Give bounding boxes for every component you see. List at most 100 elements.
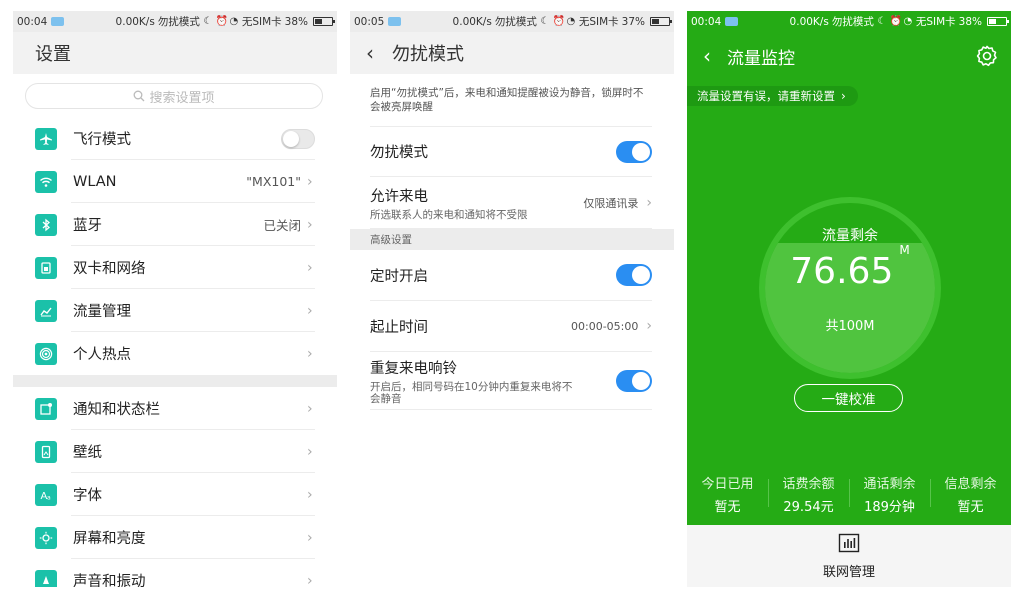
remaining-value: 76.65 <box>790 251 894 292</box>
chevron-right-icon: › <box>307 173 313 190</box>
settings-item-airplane[interactable]: 飞行模式 <box>13 117 337 160</box>
stat-call-remaining[interactable]: 通话剩余 189分钟 <box>849 473 930 515</box>
usb-icon <box>388 17 402 26</box>
stats-row: 今日已用 暂无 话费余额 29.54元 通话剩余 189分钟 信息剩余 暂无 <box>687 473 1011 515</box>
dnd-status-label: 勿扰模式 <box>157 16 200 28</box>
usb-icon <box>725 17 739 26</box>
bluetooth-icon <box>35 213 57 236</box>
moon-icon: ☾ <box>877 15 887 27</box>
allow-calls-row[interactable]: 允许来电 所选联系人的来电和通知将不受限 仅限通讯录 › <box>370 177 652 229</box>
status-time: 00:04 <box>17 15 48 28</box>
repeat-calls-toggle[interactable] <box>616 369 652 392</box>
bar-chart-icon <box>838 533 860 553</box>
status-time: 00:05 <box>354 15 385 28</box>
moon-icon: ☾ <box>203 15 213 27</box>
gear-icon[interactable] <box>975 44 999 68</box>
usb-icon <box>51 17 65 26</box>
status-bar: 00:04 0.00K/s 勿扰模式 ☾ ⏰ ◔ 无SIM卡 38% <box>13 11 337 32</box>
network-speed: 0.00K/s <box>115 15 155 28</box>
network-speed: 0.00K/s <box>789 15 829 28</box>
chevron-right-icon: › <box>646 318 652 334</box>
chevron-right-icon: › <box>307 400 313 417</box>
airplane-icon <box>35 127 57 150</box>
data-remaining-gauge: 流量剩余 76.65 M 共100M <box>759 197 941 379</box>
dnd-description: 启用“勿扰模式”后，来电和通知提醒被设为静音，锁屏时不会被亮屏唤醒 <box>370 74 652 127</box>
data-monitor-screen: 00:04 0.00K/s 勿扰模式 ☾ ⏰ ◔ 无SIM卡 38% ‹ 流量监… <box>687 11 1011 587</box>
chevron-right-icon: › <box>841 89 846 103</box>
settings-item-wallpaper[interactable]: 壁纸 › <box>13 430 337 473</box>
scheduled-toggle[interactable] <box>616 264 652 286</box>
group-divider <box>13 375 337 387</box>
search-placeholder: 搜索设置项 <box>149 90 215 106</box>
settings-item-hotspot[interactable]: 个人热点 › <box>13 332 337 375</box>
dnd-status-label: 勿扰模式 <box>831 16 874 28</box>
data-chart-icon <box>35 299 57 322</box>
remaining-unit: M <box>899 243 910 257</box>
search-icon <box>134 90 145 102</box>
back-arrow-icon[interactable]: ‹ <box>350 32 390 74</box>
repeat-calls-row[interactable]: 重复来电响铃 开启后，相同号码在10分钟内重复来电将不会静音 <box>370 352 652 410</box>
airplane-toggle[interactable] <box>281 128 315 149</box>
chevron-right-icon: › <box>307 529 313 546</box>
stat-today-used[interactable]: 今日已用 暂无 <box>687 473 768 515</box>
settings-screen: 00:04 0.00K/s 勿扰模式 ☾ ⏰ ◔ 无SIM卡 38% 设置 搜索… <box>13 11 337 587</box>
dnd-toggle-row[interactable]: 勿扰模式 <box>370 127 652 177</box>
wifi-signal-icon: ◔ <box>566 15 576 27</box>
stat-sms-remaining[interactable]: 信息剩余 暂无 <box>930 473 1011 515</box>
sim-status: 无SIM卡 <box>241 16 282 28</box>
battery-icon <box>987 17 1009 26</box>
total-data: 共100M <box>825 319 875 334</box>
alarm-icon: ⏰ <box>889 15 903 27</box>
alarm-icon: ⏰ <box>215 15 229 27</box>
settings-item-dual-sim[interactable]: 双卡和网络 › <box>13 246 337 289</box>
time-range-row[interactable]: 起止时间 00:00-05:00 › <box>370 301 652 352</box>
settings-item-notifications[interactable]: 通知和状态栏 › <box>13 387 337 430</box>
scheduled-row[interactable]: 定时开启 <box>370 250 652 301</box>
allow-calls-value: 仅限通讯录 <box>583 196 639 210</box>
network-management-button[interactable]: 联网管理 <box>687 525 1011 587</box>
sim-card-icon <box>35 256 57 279</box>
chevron-right-icon: › <box>307 259 313 276</box>
settings-item-sound[interactable]: 声音和振动 › <box>13 559 337 587</box>
notification-icon <box>35 397 57 420</box>
page-title: 勿扰模式 <box>392 44 464 65</box>
sim-status: 无SIM卡 <box>578 16 619 28</box>
settings-item-wlan[interactable]: WLAN "MX101" › <box>13 160 337 203</box>
section-header-advanced: 高级设置 <box>350 229 674 250</box>
sound-icon <box>35 569 57 587</box>
back-arrow-icon[interactable]: ‹ <box>687 35 727 77</box>
stat-balance[interactable]: 话费余额 29.54元 <box>768 473 849 515</box>
calibrate-button[interactable]: 一键校准 <box>794 384 903 412</box>
settings-item-brightness[interactable]: 屏幕和亮度 › <box>13 516 337 559</box>
network-management-label: 联网管理 <box>822 565 875 580</box>
chevron-right-icon: › <box>307 572 313 588</box>
chevron-right-icon: › <box>307 345 313 362</box>
dnd-screen: 00:05 0.00K/s 勿扰模式 ☾ ⏰ ◔ 无SIM卡 37% ‹ 勿扰模… <box>350 11 674 587</box>
network-speed: 0.00K/s <box>452 15 492 28</box>
search-input[interactable]: 搜索设置项 <box>25 83 323 109</box>
settings-group-connectivity: 飞行模式 WLAN "MX101" › 蓝牙 已关闭 › 双卡和网络 › 流量管… <box>13 117 337 375</box>
title-bar: ‹ 勿扰模式 <box>350 32 674 74</box>
status-bar: 00:04 0.00K/s 勿扰模式 ☾ ⏰ ◔ 无SIM卡 38% <box>687 11 1011 32</box>
wifi-signal-icon: ◔ <box>903 15 913 27</box>
data-settings-warning[interactable]: 流量设置有误，请重新设置 › <box>687 86 858 106</box>
brightness-icon <box>35 526 57 549</box>
dnd-toggle[interactable] <box>616 140 652 163</box>
settings-item-data-usage[interactable]: 流量管理 › <box>13 289 337 332</box>
chevron-right-icon: › <box>307 443 313 460</box>
settings-group-display: 通知和状态栏 › 壁纸 › Aa 字体 › 屏幕和亮度 › 声音和振动 › <box>13 387 337 587</box>
dnd-status-label: 勿扰模式 <box>494 16 537 28</box>
battery-icon <box>650 17 672 26</box>
page-title: 设置 <box>35 44 71 65</box>
battery-icon <box>313 17 335 26</box>
sim-status: 无SIM卡 <box>915 16 956 28</box>
settings-item-font[interactable]: Aa 字体 › <box>13 473 337 516</box>
settings-item-bluetooth[interactable]: 蓝牙 已关闭 › <box>13 203 337 246</box>
wifi-icon <box>35 170 57 193</box>
wifi-signal-icon: ◔ <box>229 15 239 27</box>
battery-percent: 38% <box>284 15 308 28</box>
wallpaper-icon <box>35 440 57 463</box>
status-bar: 00:05 0.00K/s 勿扰模式 ☾ ⏰ ◔ 无SIM卡 37% <box>350 11 674 32</box>
chevron-right-icon: › <box>646 194 652 211</box>
battery-percent: 37% <box>621 15 645 28</box>
